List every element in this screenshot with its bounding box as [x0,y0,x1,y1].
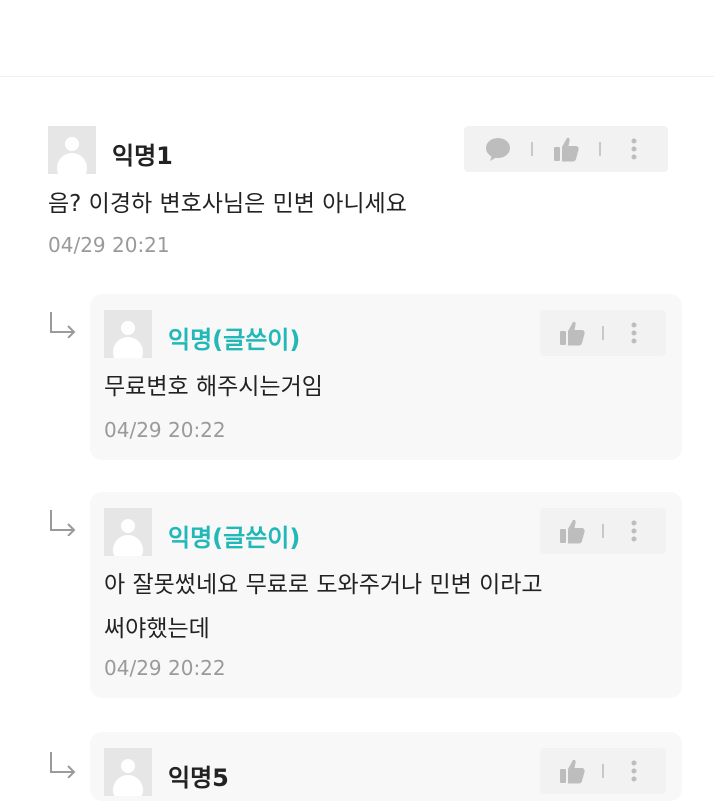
top-bar [0,0,714,77]
thumbs-up-icon[interactable] [557,516,587,546]
reply-arrow-icon [48,310,78,342]
avatar [48,126,96,174]
thumbs-up-icon[interactable] [551,134,581,164]
divider [531,142,533,156]
comment-author: 익명1 [112,142,173,170]
divider [601,524,604,538]
thumbs-up-icon[interactable] [557,318,587,348]
vertical-dots-icon[interactable] [619,516,649,546]
reply-author: 익명(글쓴이) [168,524,301,552]
vertical-dots-icon[interactable] [619,134,649,164]
reply-time: 04/29 20:22 [104,656,226,680]
reply-author: 익명(글쓴이) [168,326,301,354]
reply-arrow-icon [48,750,78,782]
reply-time: 04/29 20:22 [104,418,226,442]
avatar [104,508,152,556]
reply-actions [540,310,666,356]
reply-arrow-icon [48,508,78,540]
reply-actions [540,508,666,554]
vertical-dots-icon[interactable] [619,318,649,348]
reply-text: 무료변호 해주시는거임 [104,374,323,400]
avatar [104,310,152,358]
reply-text: 써야했는데 [104,616,210,642]
reply-text: 아 잘못썼네요 무료로 도와주거나 민변 이라고 [104,572,543,598]
reply-actions [540,748,666,794]
comment-text: 음? 이경하 변호사님은 민변 아니세요 [48,191,407,217]
speech-bubble-icon[interactable] [483,134,513,164]
comment-actions [464,126,668,172]
divider [601,326,604,340]
vertical-dots-icon[interactable] [619,756,649,786]
comment-time: 04/29 20:21 [48,233,170,257]
divider [601,764,604,778]
reply-author: 익명5 [168,764,229,792]
thumbs-up-icon[interactable] [557,756,587,786]
divider [599,142,601,156]
avatar [104,748,152,796]
